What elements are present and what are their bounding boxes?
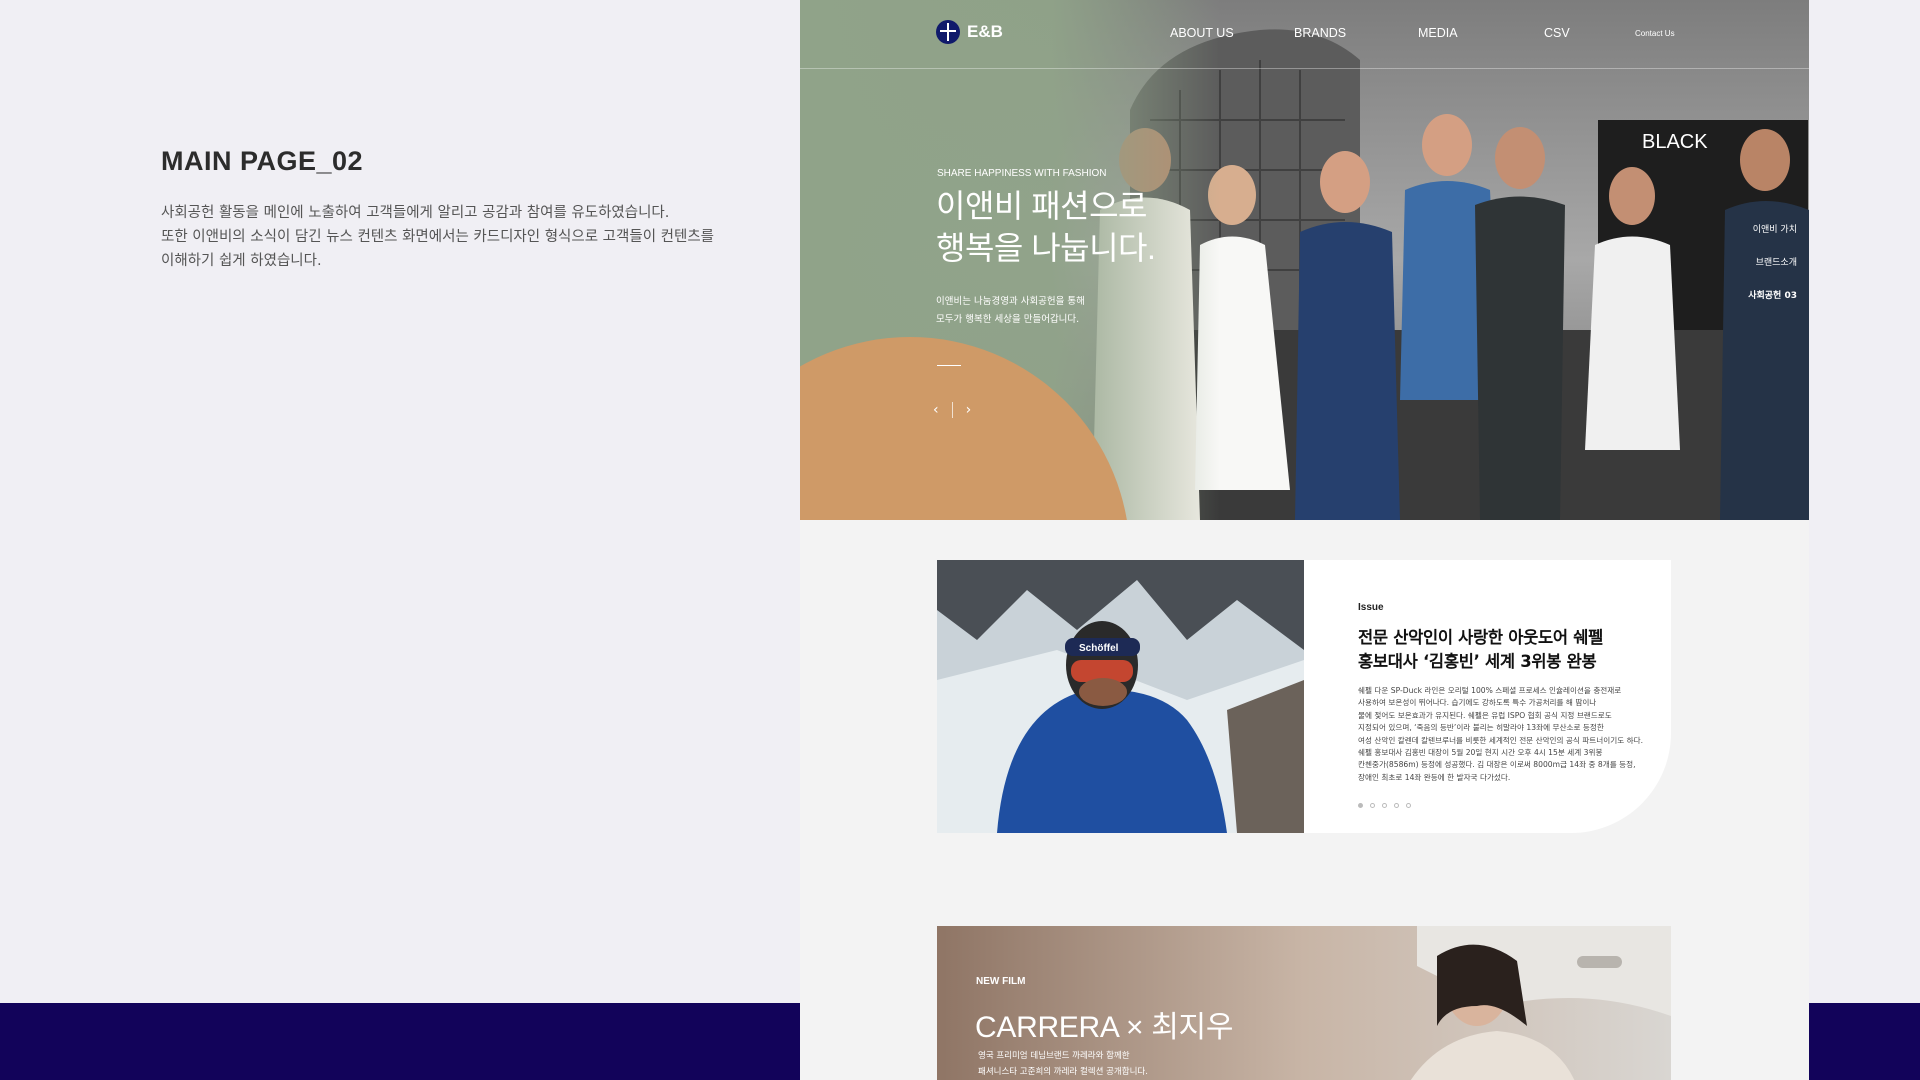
new-film-banner[interactable]: NEW FILM CARRERA × 최지우 영국 프리미엄 데님브랜드 까레라… <box>937 926 1671 1080</box>
description-line: 사회공헌 활동을 메인에 노출하여 고객들에게 알리고 공감과 참여를 유도하였… <box>161 205 670 221</box>
issue-title-line: 홍보대사 ‘김홍빈’ 세계 3위봉 완봉 <box>1358 652 1597 671</box>
hero-kicker: SHARE HAPPINESS WITH FASHION <box>937 168 1107 179</box>
film-title: CARRERA × 최지우 <box>975 1011 1234 1044</box>
hero-slider-controls: ‹ › <box>933 402 971 418</box>
hero-subtitle: 이앤비는 나눔경영과 사회공헌을 통해 모두가 행복한 세상을 만들어갑니다. <box>936 293 1085 329</box>
pagination-dot[interactable] <box>1394 803 1399 808</box>
issue-card[interactable]: Schöffel Issue 전문 산악인이 사랑한 아웃도어 쉐펠 홍보대사 … <box>937 560 1671 833</box>
description-line: 이해하기 쉽게 하였습니다. <box>161 253 322 269</box>
issue-mountaineer-photo: Schöffel <box>937 560 1304 833</box>
nav-contact-us[interactable]: Contact Us <box>1635 29 1675 38</box>
issue-title-line: 전문 산악인이 사랑한 아웃도어 쉐펠 <box>1358 628 1603 647</box>
hero-section: BLACK E&B ABOUT US BRANDS MEDIA CSV Cont… <box>800 0 1809 520</box>
hero-divider <box>937 365 961 366</box>
issue-body-line: 쉐펠 홍보대사 김홍빈 대장이 5월 20일 현지 시간 오후 4시 15분 세… <box>1358 748 1603 758</box>
description-line: 또한 이앤비의 소식이 담긴 뉴스 컨텐츠 화면에서는 카드디자인 형식으로 고… <box>161 229 715 245</box>
site-logo[interactable]: E&B <box>936 20 1003 44</box>
issue-body-line: 칸첸중가(8586m) 등정에 성공했다. 김 대장은 이로써 8000m급 1… <box>1358 760 1636 770</box>
film-subtitle-line: 영국 프리미엄 데님브랜드 까레라와 함께한 <box>978 1051 1130 1061</box>
hero-title: 이앤비 패션으로 행복을 나눕니다. <box>936 185 1156 269</box>
film-kicker: NEW FILM <box>976 976 1026 987</box>
hero-title-line: 행복을 나눕니다. <box>936 230 1156 266</box>
top-navigation: E&B ABOUT US BRANDS MEDIA CSV Contact Us <box>800 0 1809 69</box>
nav-about-us[interactable]: ABOUT US <box>1170 26 1234 40</box>
film-subtitle: 영국 프리미엄 데님브랜드 까레라와 함께한 패셔니스타 고준희의 까레라 컬렉… <box>978 1048 1148 1080</box>
store-sign: BLACK <box>1642 131 1708 153</box>
prev-arrow-icon[interactable]: ‹ <box>933 402 939 418</box>
pagination-dot[interactable] <box>1358 803 1363 808</box>
description-title: MAIN PAGE_02 <box>161 146 364 176</box>
logo-text: E&B <box>967 22 1003 41</box>
goggle-brand-text: Schöffel <box>1079 643 1119 654</box>
issue-title: 전문 산악인이 사랑한 아웃도어 쉐펠 홍보대사 ‘김홍빈’ 세계 3위봉 완봉 <box>1358 626 1603 674</box>
hero-title-line: 이앤비 패션으로 <box>936 188 1147 224</box>
pagination-dot[interactable] <box>1370 803 1375 808</box>
nav-media[interactable]: MEDIA <box>1418 26 1458 40</box>
hero-subtitle-line: 모두가 행복한 세상을 만들어갑니다. <box>936 314 1080 325</box>
issue-body-line: 사용하여 보온성이 뛰어나다. 습기에도 강하도록 특수 가공처리를 해 땀이나 <box>1358 698 1597 708</box>
issue-body-line: 물에 젖어도 보온효과가 유지된다. 쉐펠은 유럽 ISPO 협회 공식 지정 … <box>1358 710 1612 720</box>
hero-subtitle-line: 이앤비는 나눔경영과 사회공헌을 통해 <box>936 296 1085 307</box>
website-mockup: BLACK E&B ABOUT US BRANDS MEDIA CSV Cont… <box>800 0 1809 1080</box>
description-panel: MAIN PAGE_02 사회공헌 활동을 메인에 노출하여 고객들에게 알리고… <box>161 146 721 273</box>
nav-csv[interactable]: CSV <box>1544 26 1570 40</box>
issue-tag: Issue <box>1358 602 1384 613</box>
issue-body-line: 지정되어 있으며, ‘죽음의 등반’이라 불리는 히말라야 13좌에 무산소로 … <box>1358 723 1604 733</box>
logo-icon <box>936 20 960 44</box>
arrow-separator <box>951 402 953 418</box>
side-navigation: 이앤비 가치 브랜드소개 사회공헌 03 <box>1748 222 1797 321</box>
issue-pagination <box>1358 803 1411 808</box>
film-subtitle-line: 패셔니스타 고준희의 까레라 컬렉션 공개합니다. <box>978 1067 1148 1077</box>
pagination-dot[interactable] <box>1382 803 1387 808</box>
side-nav-item-value[interactable]: 이앤비 가치 <box>1748 222 1797 235</box>
nav-brands[interactable]: BRANDS <box>1294 26 1346 40</box>
issue-body: 쉐펠 다운 SP-Duck 라인은 오리털 100% 스페셜 프로세스 인슐레이… <box>1358 685 1668 784</box>
side-nav-item-brand[interactable]: 브랜드소개 <box>1748 255 1797 268</box>
issue-body-line: 장애인 최초로 14좌 완등에 한 발자국 다가섰다. <box>1358 772 1511 782</box>
pagination-dot[interactable] <box>1406 803 1411 808</box>
issue-body-line: 여성 산악인 칼렌데 칼텐브루너를 비롯한 세계적인 전문 산악인의 공식 파트… <box>1358 735 1644 745</box>
side-nav-item-csr[interactable]: 사회공헌 03 <box>1748 288 1797 301</box>
next-arrow-icon[interactable]: › <box>966 402 972 418</box>
issue-body-line: 쉐펠 다운 SP-Duck 라인은 오리털 100% 스페셜 프로세스 인슐레이… <box>1358 686 1622 695</box>
